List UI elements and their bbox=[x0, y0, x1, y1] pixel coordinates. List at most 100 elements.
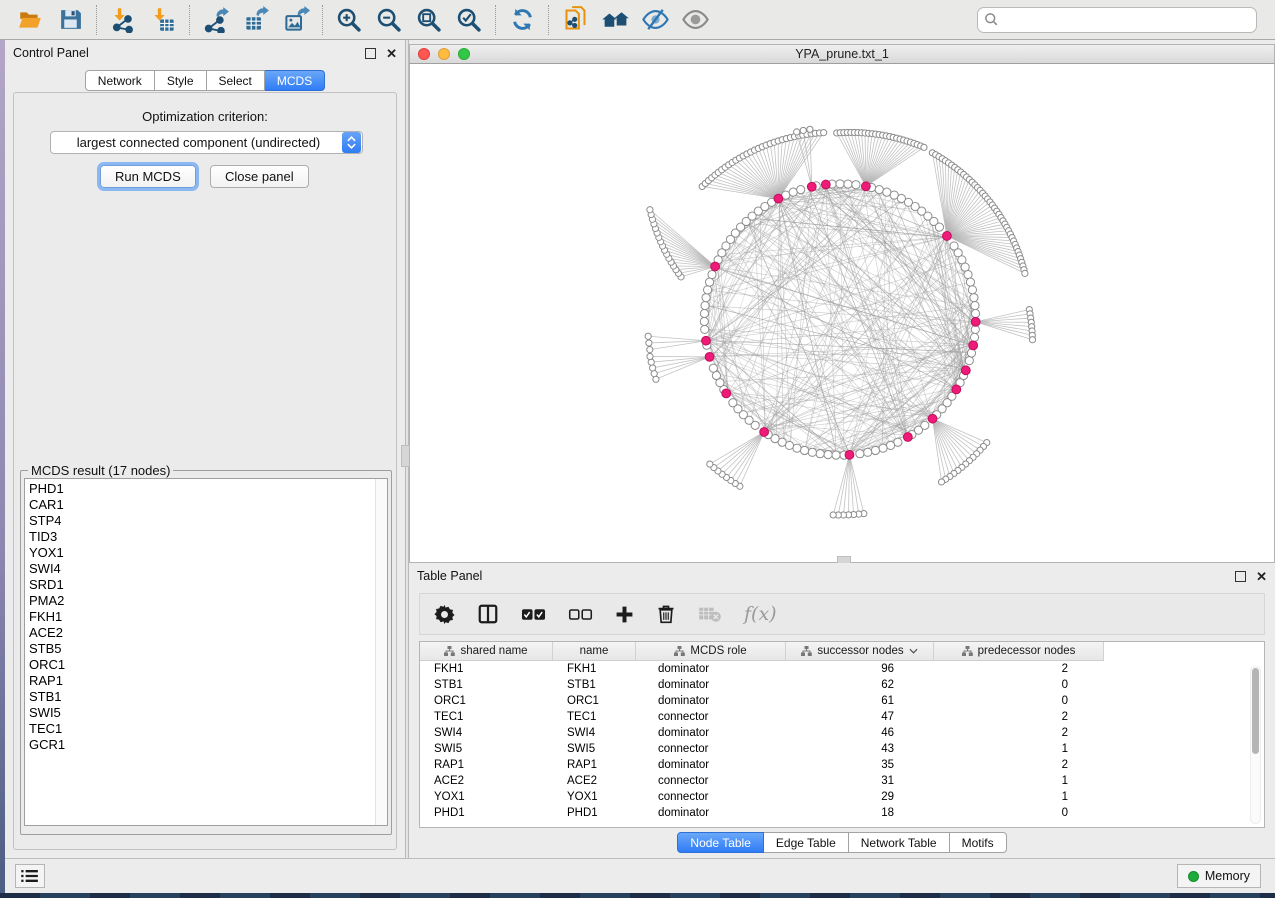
tab-motifs[interactable]: Motifs bbox=[950, 832, 1007, 853]
mcds-node[interactable] bbox=[971, 317, 980, 326]
tab-style[interactable]: Style bbox=[155, 70, 207, 91]
table-row[interactable]: TEC1TEC1connector472 bbox=[420, 709, 1264, 725]
node-table[interactable]: shared namenameMCDS rolesuccessor nodesp… bbox=[419, 641, 1265, 828]
unchecked-boxes-icon bbox=[568, 608, 593, 621]
mcds-result-list[interactable]: PHD1CAR1STP4TID3YOX1SWI4SRD1PMA2FKH1ACE2… bbox=[24, 478, 388, 826]
run-mcds-button[interactable]: Run MCDS bbox=[100, 165, 196, 188]
mcds-node[interactable] bbox=[862, 182, 871, 191]
mcds-node[interactable] bbox=[711, 262, 720, 271]
mcds-node[interactable] bbox=[702, 336, 711, 345]
close-panel-icon[interactable]: ✕ bbox=[386, 47, 397, 60]
mcds-result-item[interactable]: GCR1 bbox=[29, 737, 387, 753]
tab-edge-table[interactable]: Edge Table bbox=[764, 832, 849, 853]
first-neighbors-button[interactable] bbox=[595, 3, 635, 37]
mcds-node[interactable] bbox=[821, 180, 830, 189]
mcds-result-item[interactable]: SRD1 bbox=[29, 577, 387, 593]
mcds-node[interactable] bbox=[928, 414, 937, 423]
mcds-result-item[interactable]: PHD1 bbox=[29, 481, 387, 497]
mcds-result-item[interactable]: STB5 bbox=[29, 641, 387, 657]
mcds-result-item[interactable]: STB1 bbox=[29, 689, 387, 705]
mcds-result-item[interactable]: TID3 bbox=[29, 529, 387, 545]
mcds-node[interactable] bbox=[952, 385, 961, 394]
node-table-header: shared namenameMCDS rolesuccessor nodesp… bbox=[420, 642, 1104, 661]
search-input[interactable] bbox=[977, 7, 1257, 33]
table-row[interactable]: YOX1YOX1connector291 bbox=[420, 789, 1264, 805]
mcds-node[interactable] bbox=[845, 450, 854, 459]
zoom-out-button[interactable] bbox=[369, 3, 409, 37]
network-window-titlebar[interactable]: YPA_prune.txt_1 bbox=[409, 44, 1275, 64]
deselect-all-button[interactable] bbox=[568, 608, 593, 621]
table-settings-button[interactable] bbox=[434, 604, 455, 625]
criterion-select[interactable]: largest connected component (undirected) bbox=[50, 131, 363, 154]
tab-mcds[interactable]: MCDS bbox=[265, 70, 325, 91]
export-table-button[interactable] bbox=[236, 3, 276, 37]
network-graph[interactable] bbox=[409, 64, 1275, 563]
table-row[interactable]: SWI4SWI4dominator462 bbox=[420, 725, 1264, 741]
export-network-button[interactable] bbox=[196, 3, 236, 37]
mcds-result-item[interactable]: ACE2 bbox=[29, 625, 387, 641]
tab-node-table[interactable]: Node Table bbox=[677, 832, 764, 853]
table-row[interactable]: SWI5SWI5connector431 bbox=[420, 741, 1264, 757]
table-row[interactable]: ORC1ORC1dominator610 bbox=[420, 693, 1264, 709]
delete-column-button[interactable] bbox=[656, 604, 676, 624]
search-field[interactable] bbox=[977, 7, 1257, 33]
mcds-result-item[interactable]: TEC1 bbox=[29, 721, 387, 737]
mcds-result-item[interactable]: YOX1 bbox=[29, 545, 387, 561]
mcds-result-item[interactable]: SWI5 bbox=[29, 705, 387, 721]
table-scrollbar[interactable] bbox=[1250, 666, 1261, 824]
column-header-predecessor-nodes[interactable]: predecessor nodes bbox=[934, 642, 1104, 660]
column-header-successor-nodes[interactable]: successor nodes bbox=[786, 642, 934, 660]
zoom-selected-button[interactable] bbox=[449, 3, 489, 37]
table-row[interactable]: PHD1PHD1dominator180 bbox=[420, 805, 1264, 821]
zoom-in-button[interactable] bbox=[329, 3, 369, 37]
mcds-node[interactable] bbox=[722, 389, 731, 398]
export-image-button[interactable] bbox=[276, 3, 316, 37]
mcds-result-item[interactable]: PMA2 bbox=[29, 593, 387, 609]
float-panel-icon[interactable] bbox=[1235, 571, 1246, 582]
mcds-node[interactable] bbox=[705, 352, 714, 361]
column-header-name[interactable]: name bbox=[553, 642, 636, 660]
table-row[interactable]: STB1STB1dominator620 bbox=[420, 677, 1264, 693]
hide-graphics-button[interactable] bbox=[635, 3, 675, 37]
mcds-node[interactable] bbox=[961, 366, 970, 375]
tab-network-table[interactable]: Network Table bbox=[849, 832, 950, 853]
refresh-view-button[interactable] bbox=[502, 3, 542, 37]
mcds-node[interactable] bbox=[760, 428, 769, 437]
show-columns-button[interactable] bbox=[477, 603, 499, 625]
select-all-button[interactable] bbox=[521, 608, 546, 621]
mcds-node[interactable] bbox=[969, 341, 978, 350]
save-session-button[interactable] bbox=[50, 3, 90, 37]
float-panel-icon[interactable] bbox=[365, 48, 376, 59]
mcds-result-item[interactable]: RAP1 bbox=[29, 673, 387, 689]
mcds-node[interactable] bbox=[903, 433, 912, 442]
table-row[interactable]: RAP1RAP1dominator352 bbox=[420, 757, 1264, 773]
mcds-result-item[interactable]: ORC1 bbox=[29, 657, 387, 673]
import-network-button[interactable] bbox=[103, 3, 143, 37]
close-panel-icon[interactable]: ✕ bbox=[1256, 570, 1267, 583]
mcds-result-item[interactable]: FKH1 bbox=[29, 609, 387, 625]
tab-select[interactable]: Select bbox=[207, 70, 265, 91]
column-header-shared-name[interactable]: shared name bbox=[420, 642, 553, 660]
mcds-list-scrollbar[interactable] bbox=[375, 479, 387, 825]
add-column-button[interactable] bbox=[615, 605, 634, 624]
mcds-node[interactable] bbox=[807, 182, 816, 191]
close-panel-button[interactable]: Close panel bbox=[210, 165, 309, 188]
show-graphics-button[interactable] bbox=[675, 3, 715, 37]
zoom-fit-button[interactable] bbox=[409, 3, 449, 37]
share-document-button[interactable] bbox=[555, 3, 595, 37]
import-table-button[interactable] bbox=[143, 3, 183, 37]
mcds-result-item[interactable]: SWI4 bbox=[29, 561, 387, 577]
table-row[interactable]: FKH1FKH1dominator962 bbox=[420, 661, 1264, 677]
task-history-button[interactable] bbox=[15, 864, 45, 888]
mcds-node[interactable] bbox=[943, 232, 952, 241]
mcds-result-item[interactable]: STP4 bbox=[29, 513, 387, 529]
column-header-MCDS-role[interactable]: MCDS role bbox=[636, 642, 786, 660]
tab-network[interactable]: Network bbox=[85, 70, 155, 91]
control-panel-tabs: NetworkStyleSelectMCDS bbox=[5, 70, 405, 91]
table-scrollbar-thumb[interactable] bbox=[1252, 668, 1259, 754]
mcds-result-item[interactable]: CAR1 bbox=[29, 497, 387, 513]
open-file-button[interactable] bbox=[10, 3, 50, 37]
mcds-node[interactable] bbox=[774, 194, 783, 203]
table-row[interactable]: ACE2ACE2connector311 bbox=[420, 773, 1264, 789]
memory-button[interactable]: Memory bbox=[1177, 864, 1261, 888]
